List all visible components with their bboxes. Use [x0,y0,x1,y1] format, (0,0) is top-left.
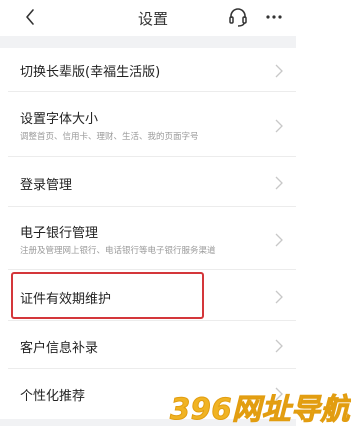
settings-item-label: 登录管理 [20,178,73,193]
highlight-box [11,272,204,319]
chevron-right-icon [274,338,284,353]
settings-item-description: 注册及管理网上银行、电话银行等电子银行服务渠道 [20,246,216,256]
settings-item-ebank-management[interactable]: 电子银行管理 注册及管理网上银行、电话银行等电子银行服务渠道 [0,207,296,270]
settings-item-label: 切换长辈版(幸福生活版) [20,65,161,80]
chevron-right-icon [274,118,284,133]
settings-item-label: 客户信息补录 [20,341,99,356]
section-gap [0,36,296,48]
settings-item-description: 调整首页、信用卡、理财、生活、我的页面字号 [20,132,199,142]
watermark-logo: 396网址导航 [169,392,351,427]
navigation-bar: 设置 [0,0,296,36]
chevron-right-icon [274,175,284,190]
settings-screen: 设置 切换长辈版(幸福生活版) 设置字体大小 调整首页、信用卡、理财、生活、我的… [0,0,296,426]
chevron-right-icon [274,289,284,304]
more-dots-icon[interactable] [263,6,285,28]
headset-icon[interactable] [227,6,249,28]
settings-item-elder-mode[interactable]: 切换长辈版(幸福生活版) [0,48,296,92]
page-title: 设置 [137,10,168,28]
settings-item-login-management[interactable]: 登录管理 [0,157,296,207]
settings-item-label: 个性化推荐 [20,389,86,404]
settings-item-label: 电子银行管理 [20,226,99,241]
settings-item-customer-info[interactable]: 客户信息补录 [0,321,296,369]
chevron-right-icon [274,63,284,78]
settings-item-label: 设置字体大小 [20,112,99,127]
chevron-right-icon [274,232,284,247]
settings-item-font-size[interactable]: 设置字体大小 调整首页、信用卡、理财、生活、我的页面字号 [0,92,296,157]
